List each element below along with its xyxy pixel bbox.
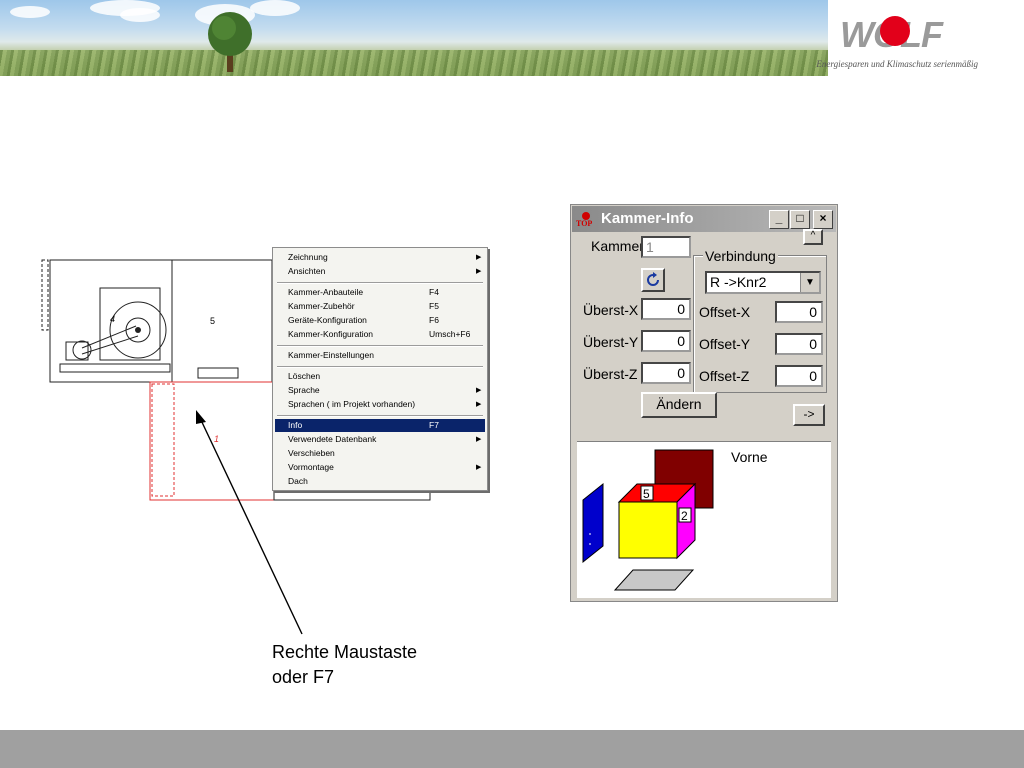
offset-y-field[interactable]: 0	[775, 333, 823, 355]
menu-item-kammer-konfiguration[interactable]: Kammer-Konfiguration Umsch+F6	[275, 328, 485, 341]
menu-item-kammer-anbauteile[interactable]: Kammer-Anbauteile F4	[275, 286, 485, 299]
cube-side-label: 2	[681, 509, 688, 523]
uberst-x-field[interactable]: 0	[641, 298, 691, 320]
verbindung-label: Verbindung	[703, 248, 778, 264]
uberst-x-label: Überst-X	[583, 302, 639, 318]
menu-item-info[interactable]: Info F7	[275, 419, 485, 432]
menu-item-vormontage[interactable]: Vormontage ▶	[275, 461, 485, 474]
menu-separator	[277, 282, 483, 284]
chevron-down-icon[interactable]: ▼	[800, 273, 819, 292]
logo-dot-icon	[880, 16, 910, 46]
menu-item-verwendete-datenbank[interactable]: Verwendete Datenbank ▶	[275, 433, 485, 446]
menu-item-sprache[interactable]: Sprache ▶	[275, 384, 485, 397]
chamber-label-left: 4	[110, 314, 115, 324]
menu-item-loeschen[interactable]: Löschen	[275, 370, 485, 383]
menu-item-zeichnung[interactable]: Zeichnung ▶	[275, 251, 485, 264]
tree-icon	[208, 12, 252, 72]
menu-item-dach[interactable]: Dach	[275, 475, 485, 488]
uberst-z-field[interactable]: 0	[641, 362, 691, 384]
context-menu: Zeichnung ▶ Ansichten ▶ Kammer-Anbauteile F…	[272, 247, 488, 491]
cube-left-face	[582, 482, 604, 564]
next-arrow-button[interactable]: ->	[793, 404, 825, 426]
menu-separator	[277, 415, 483, 417]
submenu-arrow-icon: ▶	[476, 401, 482, 408]
offset-x-field[interactable]: 0	[775, 301, 823, 323]
cube-bottom-face	[613, 569, 695, 591]
kammer-field[interactable]: 1	[641, 236, 691, 258]
menu-item-geraete-konfiguration[interactable]: Geräte-Konfiguration F6	[275, 314, 485, 327]
kammer-label: Kammer	[591, 238, 644, 254]
maximize-button[interactable]: □	[790, 210, 810, 229]
menu-item-ansichten[interactable]: Ansichten ▶	[275, 265, 485, 278]
annotation-text: Rechte Maustaste oder F7	[272, 640, 417, 690]
cube-front-face	[618, 501, 678, 559]
menu-separator	[277, 345, 483, 347]
refresh-icon	[647, 272, 659, 286]
refresh-button[interactable]	[641, 268, 665, 292]
menu-item-kammer-zubehoer[interactable]: Kammer-Zubehör F5	[275, 300, 485, 313]
menu-item-kammer-einstellungen[interactable]: Kammer-Einstellungen	[275, 349, 485, 362]
header-banner	[0, 0, 828, 76]
close-button[interactable]: ×	[813, 210, 833, 229]
submenu-arrow-icon: ▶	[476, 436, 482, 443]
menu-item-sprachen-projekt[interactable]: Sprachen ( im Projekt vorhanden) ▶	[275, 398, 485, 411]
submenu-arrow-icon: ▶	[476, 464, 482, 471]
submenu-arrow-icon: ▶	[476, 254, 482, 261]
vorne-label: Vorne	[731, 449, 768, 465]
menu-item-verschieben[interactable]: Verschieben	[275, 447, 485, 460]
offset-y-label: Offset-Y	[699, 336, 751, 352]
submenu-arrow-icon: ▶	[476, 268, 482, 275]
window-title: Kammer-Info	[601, 210, 694, 227]
chamber-label-top: 5	[210, 316, 215, 326]
cube-top-label: 5	[643, 487, 650, 501]
cube-3d-view: 5 2	[582, 449, 714, 591]
submenu-arrow-icon: ▶	[476, 387, 482, 394]
andern-button[interactable]: Ändern	[641, 392, 717, 418]
verbindung-select[interactable]: R ->Knr2 ▼	[705, 271, 821, 294]
menu-separator	[277, 366, 483, 368]
verbindung-value: R ->Knr2	[710, 274, 767, 290]
minimize-button[interactable]: _	[769, 210, 789, 229]
kammer-info-window: TOP Kammer-Info _ □ × Kammer 1 ^ Überst-…	[570, 204, 838, 602]
offset-z-label: Offset-Z	[699, 368, 750, 384]
footer-bar	[0, 730, 1024, 768]
scroll-up-icon[interactable]: ^	[803, 229, 823, 245]
tagline: Energiesparen und Klimaschutz serienmäßi…	[816, 59, 978, 69]
uberst-z-label: Überst-Z	[583, 366, 638, 382]
annotation-line2: oder F7	[272, 667, 335, 687]
offset-z-field[interactable]: 0	[775, 365, 823, 387]
chamber-preview: 5 2	[577, 441, 831, 598]
uberst-y-label: Überst-Y	[583, 334, 639, 350]
svg-text:TOP: TOP	[576, 219, 592, 227]
offset-x-label: Offset-X	[699, 304, 751, 320]
annotation-line1: Rechte Maustaste	[272, 642, 418, 662]
uberst-y-field[interactable]: 0	[641, 330, 691, 352]
app-logo-icon: TOP	[576, 212, 592, 227]
